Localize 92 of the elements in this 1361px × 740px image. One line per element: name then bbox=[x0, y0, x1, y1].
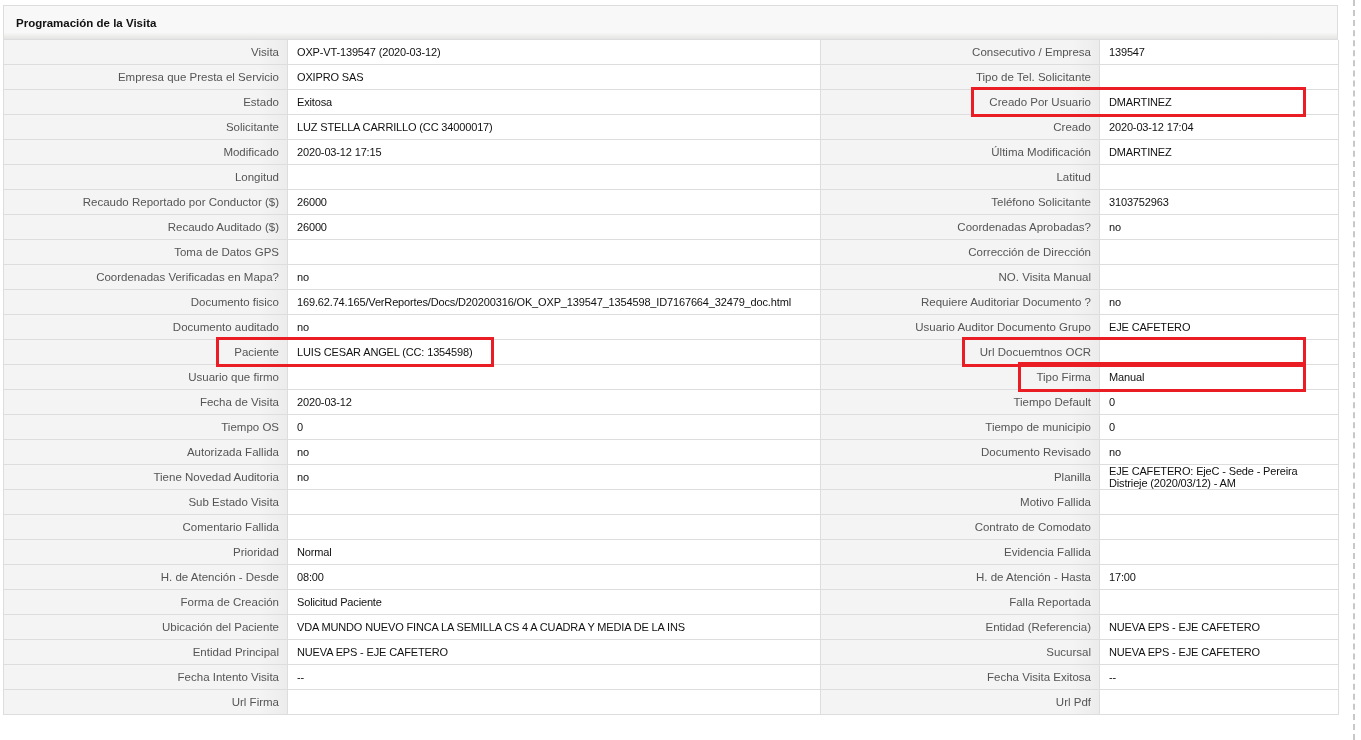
field-value: Manual bbox=[1109, 371, 1145, 383]
field-label: Motivo Fallida bbox=[1020, 496, 1091, 508]
field-label: H. de Atención - Hasta bbox=[975, 571, 1091, 583]
field-value: NUEVA EPS - EJE CAFETERO bbox=[1109, 646, 1260, 658]
field-label: Tiempo OS bbox=[221, 421, 279, 433]
field-label: Coordenadas Aprobadas? bbox=[957, 221, 1091, 233]
field-value: -- bbox=[297, 671, 305, 683]
field-label: Ubicación del Paciente bbox=[162, 621, 279, 633]
field-value: Solicitud Paciente bbox=[297, 596, 382, 608]
field-label: Recaudo Auditado ($) bbox=[167, 221, 279, 233]
field-value: EJE CAFETERO: EjeC - Sede - Pereira Distrieje (2020/03/12) - AM bbox=[1109, 465, 1299, 489]
field-label: Evidencia Fallida bbox=[1004, 546, 1091, 558]
field-label: Estado bbox=[243, 96, 279, 108]
field-value: Normal bbox=[297, 546, 332, 558]
field-value: no bbox=[1109, 221, 1121, 233]
field-value: 3103752963 bbox=[1109, 196, 1169, 208]
field-label: Recaudo Reportado por Conductor ($) bbox=[82, 196, 279, 208]
field-value: 169.62.74.165/VerReportes/Docs/D20200316/OK_OXP_139547_1354598_ID7167664_32479_doc.html bbox=[297, 296, 791, 308]
field-label: NO. Visita Manual bbox=[998, 271, 1091, 283]
field-label: Contrato de Comodato bbox=[974, 521, 1091, 533]
field-label: Falla Reportada bbox=[1009, 596, 1091, 608]
field-label: Entidad (Referencia) bbox=[985, 621, 1091, 633]
field-label: Consecutivo / Empresa bbox=[972, 46, 1091, 58]
field-label: H. de Atención - Desde bbox=[160, 571, 279, 583]
field-value: NUEVA EPS - EJE CAFETERO bbox=[1109, 621, 1260, 633]
field-value: no bbox=[297, 321, 309, 333]
field-label: Planilla bbox=[1053, 471, 1091, 483]
field-value: 17:00 bbox=[1109, 571, 1136, 583]
field-value: 2020-03-12 bbox=[297, 396, 352, 408]
field-label: Entidad Principal bbox=[192, 646, 279, 658]
field-value: 08:00 bbox=[297, 571, 324, 583]
field-label: Documento auditado bbox=[172, 321, 279, 333]
field-label: Solicitante bbox=[225, 121, 279, 133]
field-label: Coordenadas Verificadas en Mapa? bbox=[96, 271, 279, 283]
field-value: 26000 bbox=[297, 221, 327, 233]
field-label: Requiere Auditoriar Documento ? bbox=[920, 296, 1091, 308]
field-label: Usuario Auditor Documento Grupo bbox=[915, 321, 1091, 333]
field-value: OXIPRO SAS bbox=[297, 71, 364, 83]
field-label: Url Firma bbox=[231, 696, 279, 708]
field-label: Teléfono Solicitante bbox=[991, 196, 1091, 208]
field-label: Visita bbox=[251, 46, 279, 58]
field-label: Creado Por Usuario bbox=[989, 96, 1091, 108]
field-label: Url Pdf bbox=[1055, 696, 1091, 708]
field-label: Fecha de Visita bbox=[199, 396, 279, 408]
field-label: Paciente bbox=[234, 346, 279, 358]
field-label: Documento Revisado bbox=[981, 446, 1091, 458]
field-value: no bbox=[1109, 446, 1121, 458]
field-label: Tiene Novedad Auditoria bbox=[153, 471, 279, 483]
field-label: Empresa que Presta el Servicio bbox=[117, 71, 279, 83]
field-value: NUEVA EPS - EJE CAFETERO bbox=[297, 646, 448, 658]
field-value: 26000 bbox=[297, 196, 327, 208]
field-value: no bbox=[1109, 296, 1121, 308]
field-label: Comentario Fallida bbox=[182, 521, 279, 533]
field-label: Fecha Visita Exitosa bbox=[987, 671, 1091, 683]
field-label: Tipo Firma bbox=[1036, 371, 1091, 383]
field-value: 0 bbox=[297, 421, 303, 433]
field-label: Tipo de Tel. Solicitante bbox=[975, 71, 1091, 83]
field-label: Documento fisico bbox=[190, 296, 279, 308]
field-value: 139547 bbox=[1109, 46, 1145, 58]
field-label: Autorizada Fallida bbox=[186, 446, 279, 458]
field-label: Latitud bbox=[1056, 171, 1091, 183]
field-value: VDA MUNDO NUEVO FINCA LA SEMILLA CS 4 A CUADRA Y MEDIA DE LA INS bbox=[297, 621, 685, 633]
field-value: LUIS CESAR ANGEL (CC: 1354598) bbox=[297, 346, 473, 358]
field-label: Toma de Datos GPS bbox=[174, 246, 279, 258]
field-label: Modificado bbox=[223, 146, 279, 158]
field-label: Tiempo Default bbox=[1013, 396, 1091, 408]
field-label: Última Modificación bbox=[991, 146, 1091, 158]
field-label: Prioridad bbox=[232, 546, 279, 558]
field-label: Sucursal bbox=[1046, 646, 1091, 658]
field-label: Tiempo de municipio bbox=[985, 421, 1091, 433]
field-value: -- bbox=[1109, 671, 1117, 683]
field-value: DMARTINEZ bbox=[1109, 96, 1172, 108]
field-value: LUZ STELLA CARRILLO (CC 34000017) bbox=[297, 121, 493, 133]
field-value: OXP-VT-139547 (2020-03-12) bbox=[297, 46, 441, 58]
field-label: Usuario que firmo bbox=[188, 371, 279, 383]
field-value: 2020-03-12 17:15 bbox=[297, 146, 382, 158]
field-label: Creado bbox=[1053, 121, 1091, 133]
field-value: 0 bbox=[1109, 421, 1115, 433]
field-value: no bbox=[297, 271, 309, 283]
field-value: no bbox=[297, 446, 309, 458]
field-value: 2020-03-12 17:04 bbox=[1109, 121, 1194, 133]
panel-title: Programación de la Visita bbox=[16, 16, 157, 29]
field-label: Corrección de Dirección bbox=[968, 246, 1091, 258]
field-label: Sub Estado Visita bbox=[188, 496, 279, 508]
field-value: Exitosa bbox=[297, 96, 333, 108]
field-label: Fecha Intento Visita bbox=[177, 671, 279, 683]
field-value: 0 bbox=[1109, 396, 1115, 408]
field-label: Longitud bbox=[234, 171, 279, 183]
field-value: no bbox=[297, 471, 309, 483]
field-value: DMARTINEZ bbox=[1109, 146, 1172, 158]
field-label: Forma de Creación bbox=[180, 596, 279, 608]
field-value: EJE CAFETERO bbox=[1109, 321, 1191, 333]
